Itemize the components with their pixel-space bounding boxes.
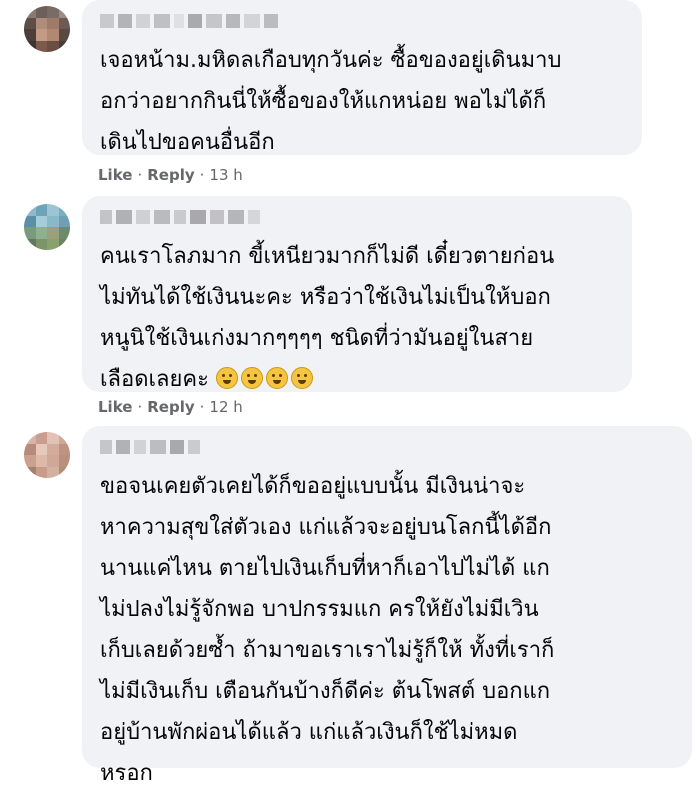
comment-text: คนเราโลภมาก ขี้เหนียวมากก็ไม่ดี เดี๋ยวตา…	[100, 236, 616, 400]
blurred-author-name[interactable]	[100, 440, 676, 454]
reply-button[interactable]: Reply	[147, 166, 194, 184]
avatar[interactable]	[24, 6, 70, 52]
timestamp[interactable]: 12 h	[209, 398, 242, 416]
separator-dot: ·	[199, 166, 205, 184]
separator-dot: ·	[199, 398, 205, 416]
comment-bubble: ขอจนเคยตัวเคยได้ก็ขออยู่แบบนั้น มีเงินน่…	[82, 426, 692, 786]
comment-text: ขอจนเคยตัวเคยได้ก็ขออยู่แบบนั้น มีเงินน่…	[100, 474, 555, 786]
grinning-face-emoji	[290, 367, 313, 389]
comment-actions: Like · Reply · 13 h	[98, 166, 243, 184]
grinning-face-emoji	[240, 367, 263, 389]
separator-dot: ·	[137, 398, 143, 416]
timestamp[interactable]: 13 h	[209, 166, 242, 184]
comment-bubble: เจอหน้าม.มหิดลเกือบทุกวันค่ะ ซื้อของอยู่…	[82, 0, 642, 155]
separator-dot: ·	[137, 166, 143, 184]
grinning-face-emoji	[215, 367, 238, 389]
comment-text-body: คนเราโลภมาก ขี้เหนียวมากก็ไม่ดี เดี๋ยวตา…	[100, 244, 555, 392]
blurred-author-name[interactable]	[100, 210, 616, 224]
avatar[interactable]	[24, 204, 70, 250]
like-button[interactable]: Like	[98, 166, 132, 184]
like-button[interactable]: Like	[98, 398, 132, 416]
reply-button[interactable]: Reply	[147, 398, 194, 416]
blurred-author-name[interactable]	[100, 14, 626, 28]
comment-actions: Like · Reply · 12 h	[98, 398, 243, 416]
grinning-face-emoji	[265, 367, 288, 389]
comment-text: เจอหน้าม.มหิดลเกือบทุกวันค่ะ ซื้อของอยู่…	[100, 48, 562, 155]
comment-bubble: คนเราโลภมาก ขี้เหนียวมากก็ไม่ดี เดี๋ยวตา…	[82, 196, 632, 392]
avatar[interactable]	[24, 432, 70, 478]
